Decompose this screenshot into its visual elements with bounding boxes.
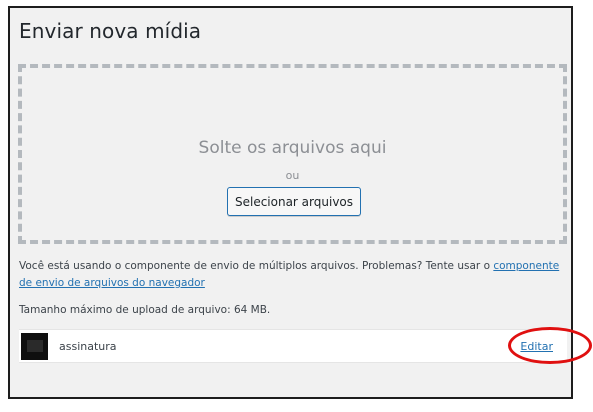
media-thumbnail — [21, 333, 48, 360]
drop-zone[interactable]: Solte os arquivos aqui ou Selecionar arq… — [18, 64, 567, 244]
max-upload-size: Tamanho máximo de upload de arquivo: 64 … — [19, 304, 271, 316]
multi-uploader-message: Você está usando o componente de envio d… — [19, 260, 494, 272]
select-files-button[interactable]: Selecionar arquivos — [227, 187, 361, 216]
page-title: Enviar nova mídia — [19, 19, 202, 43]
edit-media-link[interactable]: Editar — [520, 340, 553, 353]
media-item: assinatura Editar — [19, 329, 567, 363]
drop-instructions: Solte os arquivos aqui — [198, 138, 387, 158]
media-filename: assinatura — [59, 340, 117, 353]
thumbnail-image — [27, 340, 43, 352]
upload-media-panel: Enviar nova mídia Solte os arquivos aqui… — [8, 6, 592, 399]
uploader-info-text: Você está usando o componente de envio d… — [19, 258, 567, 292]
drop-or-label: ou — [285, 169, 300, 182]
